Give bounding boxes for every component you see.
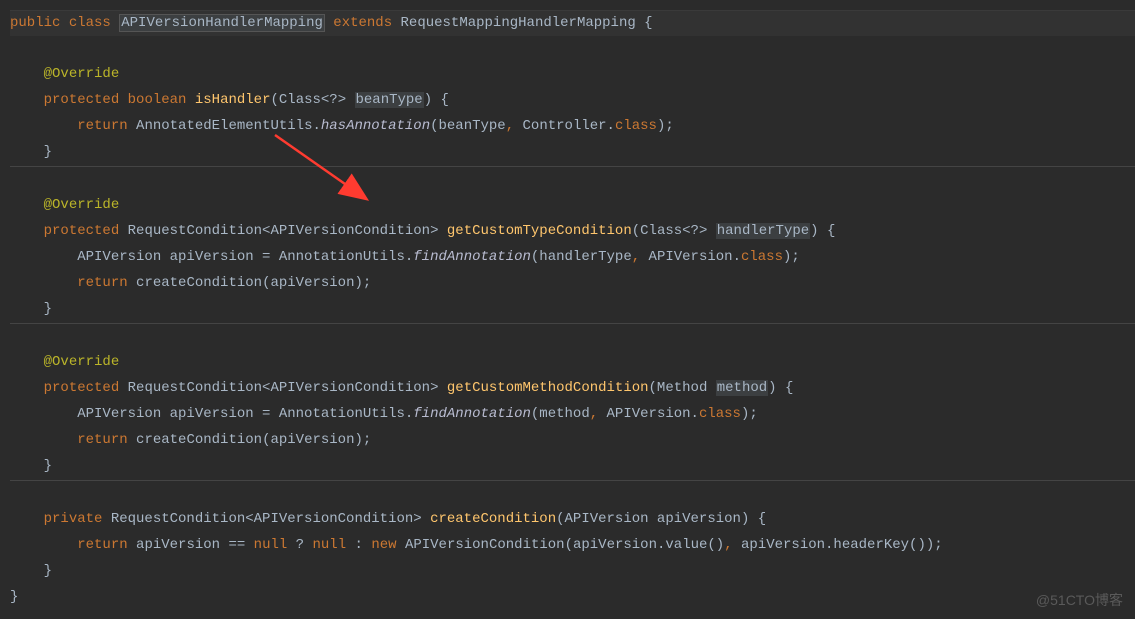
- code-line[interactable]: protected RequestCondition<APIVersionCon…: [10, 376, 1135, 402]
- keyword-class: class: [69, 15, 111, 31]
- parameter: method: [716, 380, 768, 396]
- parameter: beanType: [355, 92, 424, 108]
- keyword-return: return: [77, 118, 127, 134]
- code-line[interactable]: protected boolean isHandler(Class<?> bea…: [10, 88, 1135, 114]
- static-method: findAnnotation: [413, 249, 531, 265]
- code-line[interactable]: return AnnotatedElementUtils.hasAnnotati…: [10, 114, 1135, 140]
- code-line[interactable]: APIVersion apiVersion = AnnotationUtils.…: [10, 245, 1135, 271]
- keyword-return: return: [77, 275, 127, 291]
- code-line[interactable]: return apiVersion == null ? null : new A…: [10, 533, 1135, 559]
- code-line[interactable]: [10, 167, 1135, 193]
- method-name: getCustomTypeCondition: [447, 223, 632, 239]
- code-line[interactable]: }: [10, 140, 1135, 166]
- annotation-override: @Override: [44, 66, 120, 82]
- code-line[interactable]: return createCondition(apiVersion);: [10, 271, 1135, 297]
- annotation-override: @Override: [44, 197, 120, 213]
- code-editor[interactable]: public class APIVersionHandlerMapping ex…: [0, 10, 1135, 611]
- code-line[interactable]: [10, 481, 1135, 507]
- parent-class: RequestMappingHandlerMapping: [401, 15, 636, 31]
- keyword-private: private: [44, 511, 103, 527]
- code-line[interactable]: }: [10, 585, 1135, 611]
- keyword-null: null: [313, 537, 347, 553]
- watermark: @51CTO博客: [1036, 588, 1123, 614]
- class-name: APIVersionHandlerMapping: [119, 14, 325, 32]
- code-line[interactable]: @Override: [10, 193, 1135, 219]
- annotation-override: @Override: [44, 354, 120, 370]
- keyword-new: new: [371, 537, 396, 553]
- method-name: isHandler: [195, 92, 271, 108]
- keyword-protected: protected: [44, 223, 120, 239]
- static-method: hasAnnotation: [321, 118, 430, 134]
- keyword-null: null: [254, 537, 288, 553]
- keyword-protected: protected: [44, 92, 120, 108]
- code-line[interactable]: [10, 324, 1135, 350]
- keyword-boolean: boolean: [128, 92, 187, 108]
- code-line[interactable]: }: [10, 297, 1135, 323]
- keyword-protected: protected: [44, 380, 120, 396]
- code-line[interactable]: APIVersion apiVersion = AnnotationUtils.…: [10, 402, 1135, 428]
- method-name: getCustomMethodCondition: [447, 380, 649, 396]
- code-line[interactable]: public class APIVersionHandlerMapping ex…: [10, 10, 1135, 36]
- code-line[interactable]: [10, 36, 1135, 62]
- code-line[interactable]: private RequestCondition<APIVersionCondi…: [10, 507, 1135, 533]
- method-name: createCondition: [430, 511, 556, 527]
- keyword-return: return: [77, 537, 127, 553]
- code-line[interactable]: protected RequestCondition<APIVersionCon…: [10, 219, 1135, 245]
- keyword-extends: extends: [333, 15, 392, 31]
- code-line[interactable]: return createCondition(apiVersion);: [10, 428, 1135, 454]
- static-method: findAnnotation: [413, 406, 531, 422]
- code-line[interactable]: @Override: [10, 350, 1135, 376]
- code-line[interactable]: }: [10, 559, 1135, 585]
- code-line[interactable]: @Override: [10, 62, 1135, 88]
- parameter: handlerType: [716, 223, 810, 239]
- keyword-public: public: [10, 15, 60, 31]
- keyword-return: return: [77, 432, 127, 448]
- code-line[interactable]: }: [10, 454, 1135, 480]
